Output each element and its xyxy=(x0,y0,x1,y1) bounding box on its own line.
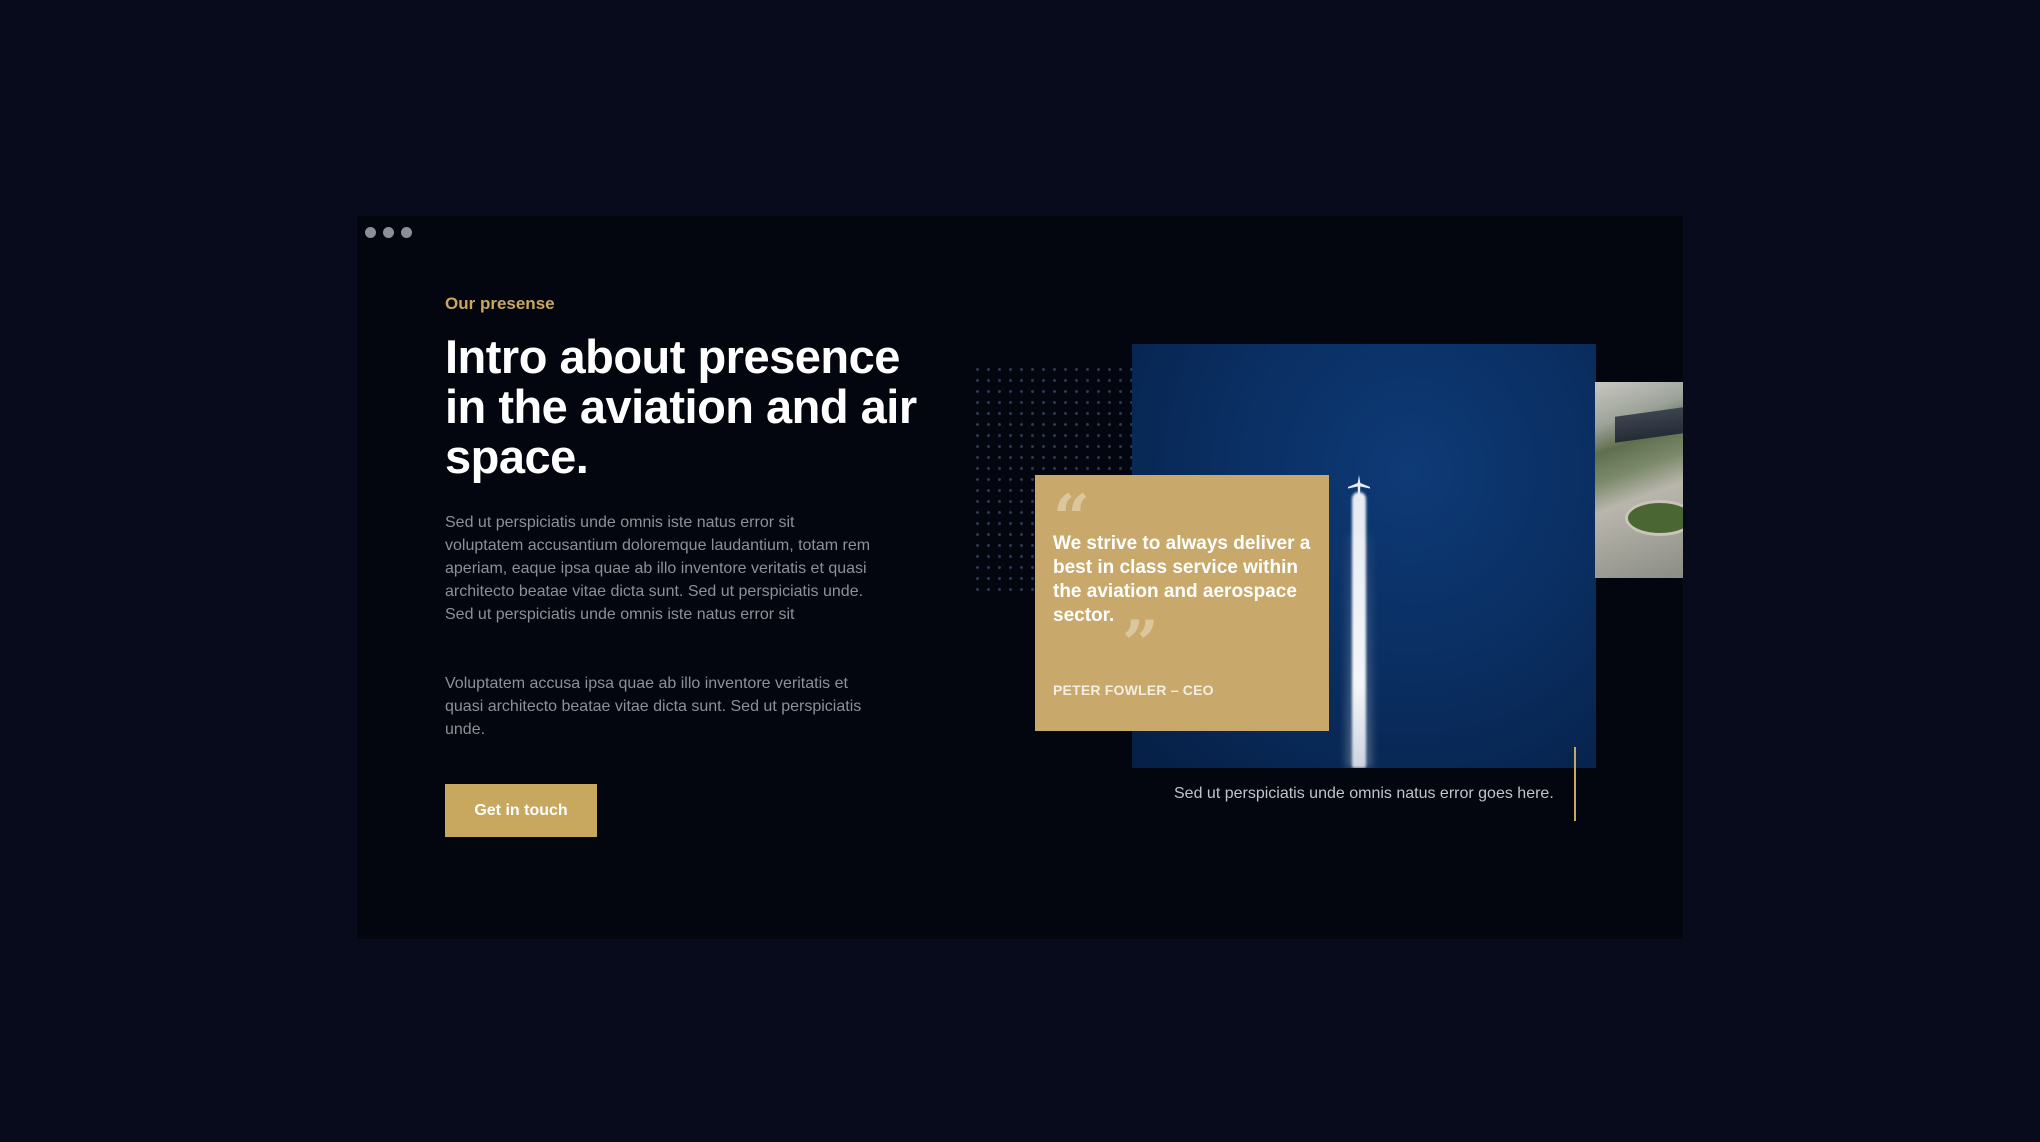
airplane-icon xyxy=(1348,475,1370,498)
section-headline: Intro about presence in the aviation and… xyxy=(445,330,917,483)
testimonial-author: PETER FOWLER – CEO xyxy=(1053,682,1214,698)
window-dot-icon[interactable] xyxy=(383,227,394,238)
testimonial-quote: We strive to always deliver a best in cl… xyxy=(1053,533,1311,626)
secondary-paragraph: Voluptatem accusa ipsa quae ab illo inve… xyxy=(445,675,862,738)
caption-divider xyxy=(1574,747,1576,821)
window-dot-icon[interactable] xyxy=(401,227,412,238)
intro-paragraph: Sed ut perspiciatis unde omnis iste natu… xyxy=(445,514,871,623)
close-quote-icon: ” xyxy=(1122,607,1159,682)
window-dot-icon[interactable] xyxy=(365,227,376,238)
section-eyebrow: Our presense xyxy=(445,294,555,313)
image-caption: Sed ut perspiciatis unde omnis natus err… xyxy=(1174,785,1554,802)
get-in-touch-button[interactable]: Get in touch xyxy=(445,784,597,837)
testimonial-card: “ We strive to always deliver a best in … xyxy=(1035,475,1329,731)
browser-window: Our presense Intro about presence in the… xyxy=(357,216,1683,939)
contrail xyxy=(1352,492,1366,768)
runway-loop xyxy=(1625,500,1683,536)
terminal-building xyxy=(1615,407,1683,443)
window-controls xyxy=(365,227,412,238)
airport-aerial-image xyxy=(1595,382,1683,578)
